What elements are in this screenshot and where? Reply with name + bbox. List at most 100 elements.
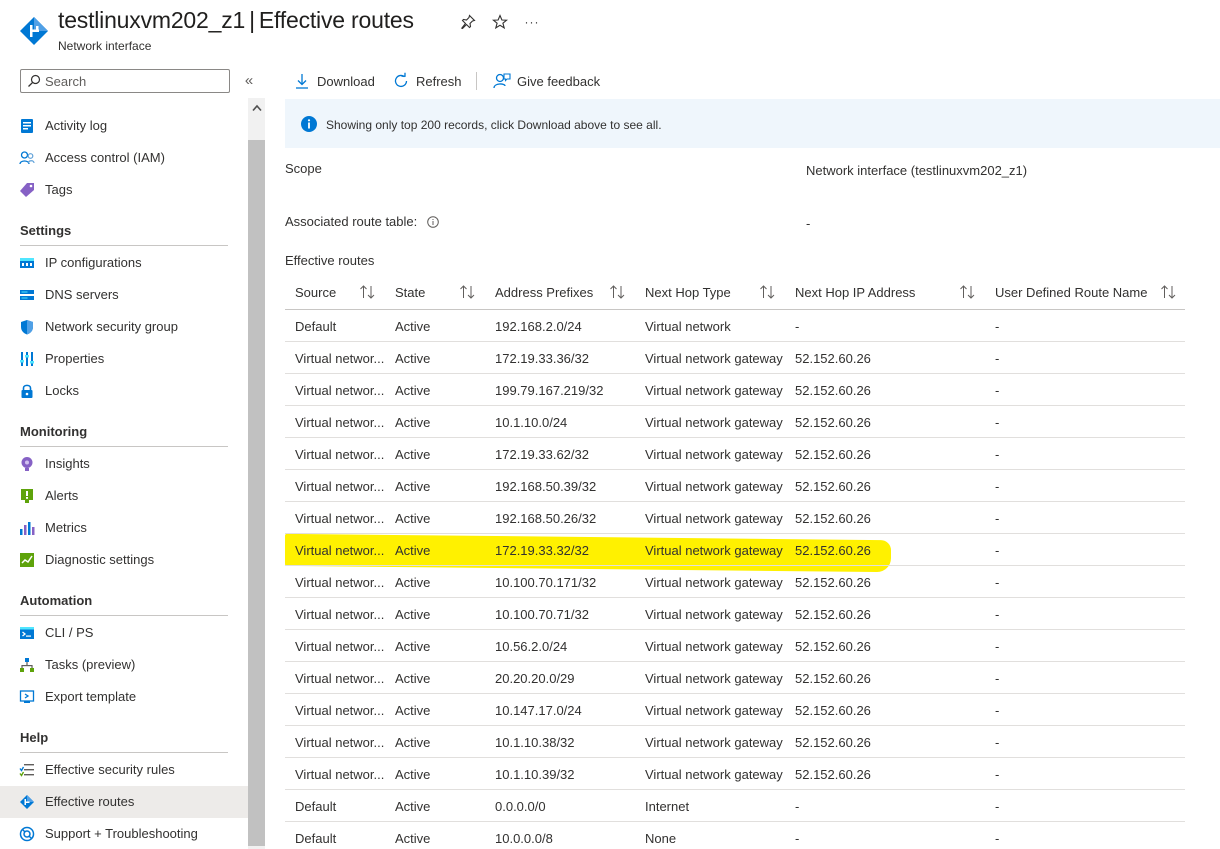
sidebar-item-insights[interactable]: Insights — [0, 448, 248, 480]
cell-next-hop-ip: 52.152.60.26 — [795, 767, 871, 782]
more-options-button[interactable]: ··· — [523, 12, 541, 32]
cell-state: Active — [395, 575, 431, 590]
sidebar-item-properties[interactable]: Properties — [0, 343, 248, 375]
table-row[interactable]: Virtual networ... Active 10.1.10.39/32 Virt… — [285, 758, 1185, 790]
cell-state: Active — [395, 383, 431, 398]
sidebar-item-effective-routes[interactable]: Effective routes — [0, 786, 248, 818]
refresh-button[interactable]: Refresh — [392, 66, 476, 96]
sort-icon[interactable] — [1160, 284, 1177, 300]
section-monitoring: Monitoring — [20, 424, 88, 439]
collapse-sidebar-button[interactable]: « — [241, 72, 257, 90]
table-row[interactable]: Default Active 0.0.0.0/0 Internet - - — [285, 790, 1185, 822]
sidebar-item-tasks[interactable]: Tasks (preview) — [0, 649, 248, 681]
sidebar-item-dns-servers[interactable]: DNS servers — [0, 279, 248, 311]
sidebar-item-label: Alerts — [45, 488, 79, 503]
scroll-up-arrow-icon[interactable] — [248, 98, 265, 118]
search-input[interactable] — [45, 72, 225, 90]
column-header-state[interactable]: State — [395, 285, 425, 300]
refresh-label: Refresh — [416, 74, 462, 89]
sort-icon[interactable] — [609, 284, 626, 300]
column-header-address-prefixes[interactable]: Address Prefixes — [495, 285, 593, 300]
table-row[interactable]: Default Active 192.168.2.0/24 Virtual netwo… — [285, 310, 1185, 342]
table-row[interactable]: Virtual networ... Active 192.168.50.39/32 V… — [285, 470, 1185, 502]
sidebar-item-label: Export template — [45, 689, 137, 704]
table-row[interactable]: Virtual networ... Active 10.147.17.0/24 Vir… — [285, 694, 1185, 726]
sidebar-search[interactable] — [20, 69, 230, 93]
sort-icon[interactable] — [759, 284, 776, 300]
network-interface-icon — [20, 17, 48, 45]
table-row[interactable]: Virtual networ... Active 10.1.10.0/24 Virtu… — [285, 406, 1185, 438]
cell-state: Active — [395, 639, 431, 654]
sidebar-item-ip-configurations[interactable]: IP configurations — [0, 247, 248, 279]
sidebar-item-alerts[interactable]: Alerts — [0, 480, 248, 512]
cell-udr-name: - — [995, 735, 1000, 750]
info-circle-icon[interactable] — [427, 216, 439, 228]
star-icon[interactable] — [491, 12, 509, 32]
cell-next-hop-ip: - — [795, 831, 800, 846]
sidebar-item-support-troubleshooting[interactable]: Support + Troubleshooting — [0, 818, 248, 849]
give-feedback-button[interactable]: Give feedback — [493, 66, 611, 96]
download-button[interactable]: Download — [293, 66, 389, 96]
cell-source: Virtual networ... — [295, 351, 385, 366]
cell-address-prefix: 10.56.2.0/24 — [495, 639, 568, 654]
table-row[interactable]: Virtual networ... Active 10.100.70.171/32 V… — [285, 566, 1185, 598]
column-header-udr-name[interactable]: User Defined Route Name — [995, 285, 1147, 300]
sidebar-item-cli-ps[interactable]: CLI / PS — [0, 617, 248, 649]
sidebar-item-label: Tags — [45, 182, 73, 197]
cell-source: Default — [295, 799, 337, 814]
table-row[interactable]: Default Active 10.0.0.0/8 None - - — [285, 822, 1185, 849]
sidebar-item-tags[interactable]: Tags — [0, 174, 248, 206]
cell-next-hop-type: Virtual network gateway — [645, 703, 783, 718]
info-icon — [301, 116, 317, 132]
table-row[interactable]: Virtual networ... Active 10.1.10.38/32 Virt… — [285, 726, 1185, 758]
column-header-next-hop-type[interactable]: Next Hop Type — [645, 285, 731, 300]
cell-source: Virtual networ... — [295, 735, 385, 750]
sort-icon[interactable] — [359, 284, 376, 300]
table-row[interactable]: Virtual networ... Active 172.19.33.62/32 Vi… — [285, 438, 1185, 470]
sort-icon[interactable] — [459, 284, 476, 300]
section-divider — [20, 446, 228, 447]
cell-next-hop-type: None — [645, 831, 677, 846]
cell-udr-name: - — [995, 447, 1000, 462]
sidebar-item-export-template[interactable]: Export template — [0, 681, 248, 713]
sort-icon[interactable] — [959, 284, 976, 300]
sidebar-item-iam[interactable]: Access control (IAM) — [0, 142, 248, 174]
table-row[interactable]: Virtual networ... Active 20.20.20.0/29 Virt… — [285, 662, 1185, 694]
cell-source: Virtual networ... — [295, 479, 385, 494]
sidebar-item-network-security-group[interactable]: Network security group — [0, 311, 248, 343]
table-row[interactable]: Virtual networ... Active 199.79.167.219/32… — [285, 374, 1185, 406]
table-row[interactable]: Virtual networ... Active 192.168.50.26/32 V… — [285, 502, 1185, 534]
cell-next-hop-ip: 52.152.60.26 — [795, 383, 871, 398]
section-divider — [20, 752, 228, 753]
resource-type-subtitle: Network interface — [58, 39, 152, 53]
table-row[interactable]: Virtual networ... Active 172.19.33.32/32 Vi… — [285, 534, 1185, 566]
info-banner-text: Showing only top 200 records, click Down… — [326, 118, 662, 132]
cell-state: Active — [395, 799, 431, 814]
sidebar-item-locks[interactable]: Locks — [0, 375, 248, 407]
shield-icon — [21, 320, 33, 335]
blade-header: testlinuxvm202_z1 | Effective routes Netwo… — [0, 0, 1220, 60]
table-row[interactable]: Virtual networ... Active 10.56.2.0/24 Virtu… — [285, 630, 1185, 662]
dns-icon — [20, 290, 34, 300]
sidebar-scrollbar[interactable] — [248, 98, 265, 849]
sidebar-item-metrics[interactable]: Metrics — [0, 512, 248, 544]
table-row[interactable]: Virtual networ... Active 10.100.70.71/32 Vi… — [285, 598, 1185, 630]
sidebar-item-effective-security-rules[interactable]: Effective security rules — [0, 754, 248, 786]
cell-next-hop-ip: - — [795, 319, 800, 334]
cell-state: Active — [395, 511, 431, 526]
column-header-next-hop-ip[interactable]: Next Hop IP Address — [795, 285, 915, 300]
cell-address-prefix: 10.1.10.39/32 — [495, 767, 575, 782]
cell-next-hop-type: Virtual network gateway — [645, 575, 783, 590]
column-header-source[interactable]: Source — [295, 285, 336, 300]
cell-address-prefix: 172.19.33.32/32 — [495, 543, 589, 558]
sidebar-item-diagnostic-settings[interactable]: Diagnostic settings — [0, 544, 248, 576]
scrollbar-thumb[interactable] — [248, 140, 265, 846]
cell-address-prefix: 192.168.50.39/32 — [495, 479, 597, 494]
pin-icon[interactable] — [459, 12, 477, 32]
cell-next-hop-type: Internet — [645, 799, 690, 814]
table-row[interactable]: Virtual networ... Active 172.19.33.36/32 Vi… — [285, 342, 1185, 374]
sidebar-item-activity-log[interactable]: Activity log — [0, 110, 248, 142]
cell-address-prefix: 192.168.2.0/24 — [495, 319, 582, 334]
sidebar-nav: Activity log Access control (IAM) Tags S… — [0, 98, 248, 849]
cell-next-hop-type: Virtual network gateway — [645, 543, 783, 558]
